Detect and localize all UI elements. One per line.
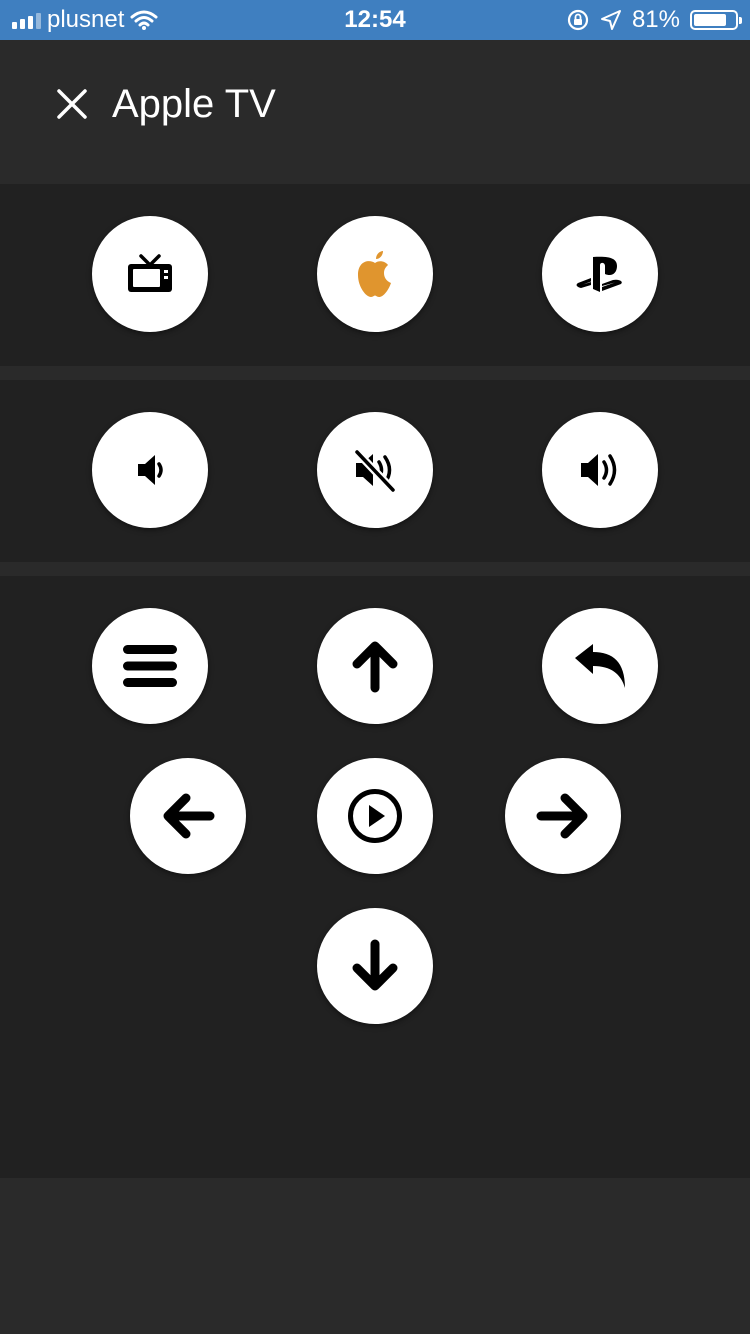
apple-source-button[interactable] — [317, 216, 433, 332]
volume-down-button[interactable] — [92, 412, 208, 528]
header: Apple TV — [0, 40, 750, 170]
status-bar: plusnet 12:54 81% — [0, 0, 750, 40]
right-button[interactable] — [505, 758, 621, 874]
menu-button[interactable] — [92, 608, 208, 724]
status-right: 81% — [566, 0, 742, 40]
rotation-lock-icon — [567, 9, 589, 31]
back-button[interactable] — [542, 608, 658, 724]
navigation-panel — [0, 576, 750, 1178]
down-button[interactable] — [317, 908, 433, 1024]
page-title: Apple TV — [112, 82, 276, 126]
battery-icon — [690, 10, 742, 30]
up-button[interactable] — [317, 608, 433, 724]
arrow-right-icon — [536, 793, 588, 839]
arrow-left-icon — [163, 793, 215, 839]
playstation-source-button[interactable] — [542, 216, 658, 332]
playstation-icon — [576, 256, 622, 292]
menu-icon — [123, 645, 177, 687]
volume-panel — [0, 380, 750, 562]
volume-up-icon — [581, 454, 617, 486]
left-button[interactable] — [130, 758, 246, 874]
mute-button[interactable] — [317, 412, 433, 528]
battery-percent: 81% — [631, 6, 680, 33]
volume-down-icon — [138, 455, 163, 485]
sources-panel — [0, 184, 750, 366]
battery-level — [694, 14, 727, 26]
arrow-up-icon — [352, 641, 398, 693]
tv-icon — [128, 254, 172, 292]
location-icon — [600, 10, 621, 30]
tv-source-button[interactable] — [92, 216, 208, 332]
volume-up-button[interactable] — [542, 412, 658, 528]
play-pause-button[interactable] — [317, 758, 433, 874]
back-icon — [575, 644, 625, 688]
arrow-down-icon — [352, 939, 398, 991]
close-icon — [57, 89, 87, 119]
play-pause-icon — [348, 789, 402, 843]
mute-icon — [353, 448, 397, 494]
close-button[interactable] — [52, 84, 92, 124]
apple-icon — [358, 251, 391, 297]
